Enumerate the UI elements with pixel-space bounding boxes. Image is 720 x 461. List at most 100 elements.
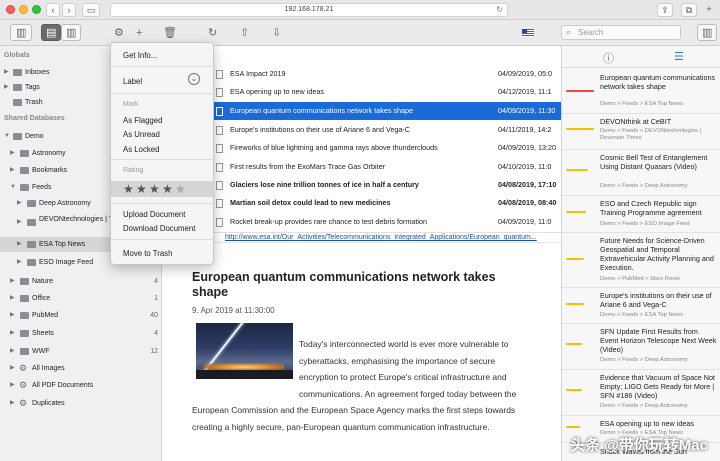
- view-sidebar-button[interactable]: ▥: [10, 24, 32, 41]
- document-list: ESA Impact 2019 04/09/2019, 05:0 ESA ope…: [162, 46, 561, 232]
- new-tab-button[interactable]: +: [702, 3, 716, 17]
- article-body: Today's interconnected world is ever mor…: [192, 336, 532, 436]
- star-empty-icon[interactable]: ★: [175, 181, 186, 197]
- see-also-path: Demo > Feeds > ESA Top News: [600, 101, 684, 107]
- forward-button[interactable]: ›: [62, 3, 76, 17]
- download-icon[interactable]: ⇩: [272, 25, 281, 41]
- chevron-down-icon[interactable]: ▼: [10, 180, 16, 195]
- menu-item-label[interactable]: Label: [123, 77, 142, 86]
- refresh-icon[interactable]: ↻: [208, 25, 217, 41]
- upload-icon[interactable]: ⇧: [240, 25, 249, 41]
- list-item-title: Martian soil detox could lead to new med…: [230, 198, 391, 207]
- chevron-right-icon[interactable]: ▶: [10, 361, 15, 376]
- list-item[interactable]: Fireworks of blue lightning and gamma ra…: [210, 139, 561, 157]
- info-icon[interactable]: ⓘ: [603, 50, 614, 66]
- search-icon: ⌕: [566, 27, 572, 37]
- chevron-right-icon[interactable]: ▶: [10, 344, 15, 359]
- chevron-right-icon[interactable]: ▶: [10, 378, 15, 393]
- sidebar-item-label: Tags: [25, 84, 40, 91]
- list-item-date: 04/10/2019, 11:0: [498, 162, 552, 171]
- list-item[interactable]: ESA Impact 2019 04/09/2019, 05:0: [210, 65, 561, 83]
- minimize-window-button[interactable]: [19, 5, 28, 14]
- list-item[interactable]: Europe's institutions on their use of Ar…: [210, 121, 561, 139]
- trash-icon[interactable]: 🗑: [163, 25, 177, 41]
- rating-stars[interactable]: ★ ★ ★ ★ ★: [111, 181, 215, 197]
- chevron-right-icon[interactable]: ▶: [10, 291, 15, 306]
- star-icon[interactable]: ★: [149, 181, 160, 197]
- see-also-item[interactable]: Evidence that Vacuum of Space Not Empty;…: [562, 370, 720, 416]
- chevron-right-icon[interactable]: ▶: [10, 274, 15, 289]
- see-also-item[interactable]: European quantum communications network …: [562, 70, 720, 114]
- sidebar-item-label: Nature: [32, 278, 54, 285]
- menu-item-as-unread[interactable]: As Unread: [123, 130, 160, 139]
- sidebar-item-label: ESA Top News: [39, 241, 86, 248]
- close-window-button[interactable]: [6, 5, 15, 14]
- sidebar-item-all-images[interactable]: ▶ All Images: [0, 361, 162, 376]
- share-button[interactable]: ⇪: [657, 3, 673, 17]
- sidebar-item-pubmed[interactable]: ▶ PubMed 40: [0, 308, 162, 323]
- star-icon[interactable]: ★: [123, 181, 134, 197]
- see-also-item[interactable]: Cosmic Bell Test of Entanglement Using D…: [562, 150, 720, 196]
- see-also-item[interactable]: Europe's institutions on their use of Ar…: [562, 288, 720, 324]
- chevron-right-icon[interactable]: ▶: [10, 308, 15, 323]
- reload-icon[interactable]: ↻: [496, 4, 503, 16]
- inspector-toggle-button[interactable]: ▥: [697, 24, 717, 41]
- article-date: 9. Apr 2019 at 11:30:00: [192, 306, 275, 315]
- document-icon: [216, 126, 223, 135]
- chevron-right-icon[interactable]: ▶: [10, 326, 15, 341]
- chevron-right-icon[interactable]: ▶: [17, 196, 22, 211]
- chevron-right-icon[interactable]: ▶: [4, 80, 9, 95]
- search-field[interactable]: ⌕ Search: [561, 25, 681, 40]
- sidebar-toggle-button[interactable]: ▭: [82, 3, 100, 17]
- search-placeholder: Search: [578, 28, 604, 37]
- menu-item-upload-document[interactable]: Upload Document: [123, 210, 185, 219]
- menu-item-as-flagged[interactable]: As Flagged: [123, 116, 162, 125]
- chevron-right-icon[interactable]: ▶: [4, 65, 9, 80]
- view-columns-button[interactable]: ▥: [61, 24, 81, 41]
- list-item[interactable]: Martian soil detox could lead to new med…: [210, 194, 561, 212]
- see-also-item[interactable]: SFN Update First Results from Event Hori…: [562, 324, 720, 370]
- see-also-title: Evidence that Vacuum of Space Not Empty;…: [600, 373, 715, 400]
- list-item[interactable]: Rocket break-up provides rare chance to …: [210, 213, 561, 231]
- see-also-item[interactable]: ESO and Czech Republic sign Training Pro…: [562, 196, 720, 233]
- list-item[interactable]: Glaciers lose nine trillion tonnes of ic…: [210, 176, 561, 194]
- chevron-down-icon[interactable]: ⌄: [188, 73, 200, 85]
- chevron-right-icon[interactable]: ▶: [10, 163, 15, 178]
- sidebar-item-duplicates[interactable]: ▶ Duplicates: [0, 396, 162, 411]
- folder-icon: [20, 295, 29, 302]
- add-icon[interactable]: +: [136, 25, 142, 41]
- gear-icon[interactable]: ⚙: [114, 25, 124, 41]
- chevron-right-icon[interactable]: ▶: [10, 146, 15, 161]
- see-also-icon[interactable]: ☰: [674, 50, 684, 63]
- list-item[interactable]: ESA opening up to new ideas 04/12/2019, …: [210, 83, 561, 101]
- list-item[interactable]: First results from the ExoMars Trace Gas…: [210, 158, 561, 176]
- sidebar-item-all-pdf-documents[interactable]: ▶ All PDF Documents: [0, 378, 162, 393]
- see-also-item[interactable]: DEVONthink at CeBIT Demo > Feeds > DEVON…: [562, 114, 720, 150]
- list-item-selected[interactable]: European quantum communications network …: [162, 102, 561, 120]
- chevron-right-icon[interactable]: ▶: [17, 237, 22, 252]
- list-item-date: 04/08/2019, 08:40: [498, 198, 557, 207]
- sidebar-item-sheets[interactable]: ▶ Sheets 4: [0, 326, 162, 341]
- menu-item-as-locked[interactable]: As Locked: [123, 145, 159, 154]
- zoom-window-button[interactable]: [32, 5, 41, 14]
- see-also-item[interactable]: Future Needs for Science-Driven Geospati…: [562, 233, 720, 288]
- tabs-overview-button[interactable]: ⧉: [681, 3, 697, 17]
- sidebar-item-office[interactable]: ▶ Office 1: [0, 291, 162, 306]
- menu-item-move-to-trash[interactable]: Move to Trash: [123, 249, 172, 258]
- star-icon[interactable]: ★: [162, 181, 173, 197]
- sidebar-item-nature[interactable]: ▶ Nature 4: [0, 274, 162, 289]
- document-url-link[interactable]: http://www.esa.int/Our_Activities/Teleco…: [162, 232, 561, 242]
- star-icon[interactable]: ★: [136, 181, 147, 197]
- address-bar[interactable]: 192.168.178.21 ↻: [110, 3, 508, 17]
- sidebar-item-wwf[interactable]: ▶ WWF 12: [0, 344, 162, 359]
- chevron-right-icon[interactable]: ▶: [10, 396, 15, 411]
- chevron-down-icon[interactable]: ▼: [4, 129, 10, 144]
- chevron-right-icon[interactable]: ▶: [17, 218, 22, 227]
- list-item-date: 04/12/2019, 11:1: [498, 87, 552, 96]
- folder-icon: [20, 312, 29, 319]
- menu-item-download-document[interactable]: Download Document: [123, 224, 195, 233]
- menu-item-get-info[interactable]: Get Info...: [123, 51, 157, 60]
- back-button[interactable]: ‹: [46, 3, 60, 17]
- chevron-right-icon[interactable]: ▶: [17, 255, 22, 270]
- view-split-button[interactable]: ▤: [41, 24, 61, 41]
